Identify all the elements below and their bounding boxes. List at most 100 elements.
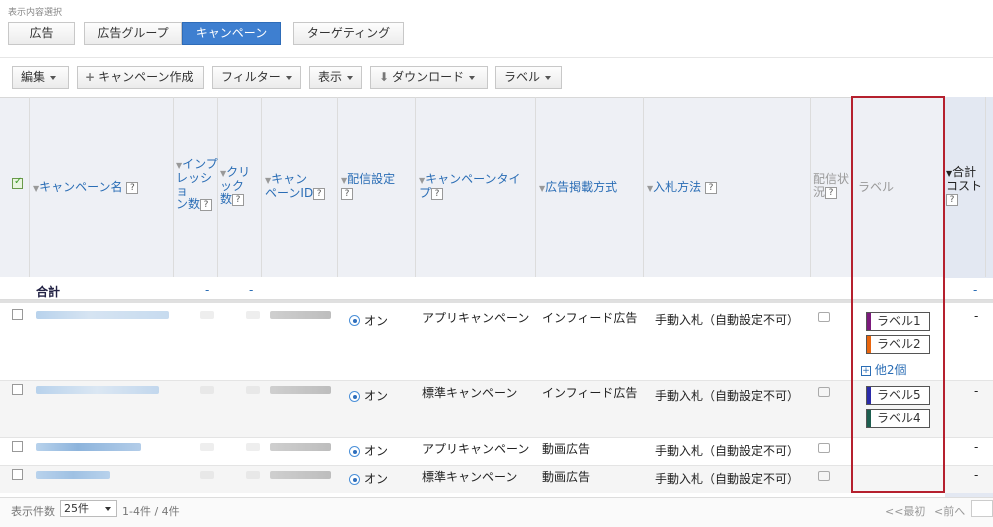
- comment-icon[interactable]: [818, 443, 830, 453]
- download-icon: ⬇: [379, 70, 390, 84]
- clicks-value: [246, 311, 260, 319]
- chevron-down-icon: [50, 75, 57, 80]
- ad-placement: インフィード広告: [542, 311, 638, 325]
- impressions-value: [200, 471, 214, 479]
- row-checkbox[interactable]: [12, 441, 23, 452]
- campaign-type: 標準キャンペーン: [422, 470, 518, 484]
- delivery-on-radio[interactable]: [349, 474, 360, 485]
- chevron-down-icon: [545, 75, 552, 80]
- help-icon[interactable]: ?: [946, 193, 958, 206]
- campaign-id-value: [270, 311, 331, 319]
- display-label: 表示: [318, 70, 343, 84]
- edit-button[interactable]: 編集: [12, 66, 69, 89]
- first-page-link[interactable]: <<最初: [885, 503, 925, 519]
- bid-method: 手動入札（自動設定不可）: [655, 444, 800, 458]
- create-campaign-label: キャンペーン作成: [98, 70, 194, 84]
- header-delivery-status: 配信状況?: [813, 172, 850, 199]
- tab-campaigns[interactable]: キャンペーン: [182, 22, 281, 45]
- delivery-on-radio[interactable]: [349, 391, 360, 402]
- header-campaign-name[interactable]: ▼キャンペーン名 ?: [33, 181, 139, 195]
- help-icon[interactable]: ?: [313, 187, 326, 200]
- campaign-name-link[interactable]: [36, 471, 110, 479]
- label-button[interactable]: ラベル: [495, 66, 562, 89]
- create-campaign-button[interactable]: + キャンペーン作成: [77, 66, 204, 89]
- chevron-down-icon: [105, 507, 111, 511]
- help-icon[interactable]: ?: [341, 187, 353, 200]
- campaign-name-link[interactable]: [36, 443, 141, 451]
- header-total-cost[interactable]: ▼合計 コスト?: [946, 166, 982, 206]
- delivery-setting: オン: [364, 444, 389, 458]
- clicks-value: [246, 471, 260, 479]
- delivery-setting: オン: [364, 389, 389, 403]
- divider: [0, 57, 993, 58]
- comment-icon[interactable]: [818, 387, 830, 397]
- per-page-select[interactable]: 25件: [60, 500, 117, 517]
- total-cost: -: [973, 283, 978, 297]
- bid-method: 手動入札（自動設定不可）: [655, 389, 800, 403]
- header-bid-method[interactable]: ▼入札方法 ?: [647, 181, 717, 195]
- campaign-type: アプリキャンペーン: [422, 311, 530, 325]
- header-impressions[interactable]: ▼インプ レッショ ン数?: [176, 158, 218, 211]
- delivery-setting: オン: [364, 472, 389, 486]
- header-clicks[interactable]: ▼クリ ック数?: [220, 166, 262, 206]
- label-label: ラベル: [504, 70, 541, 84]
- download-button[interactable]: ⬇ ダウンロード: [370, 66, 488, 89]
- comment-icon[interactable]: [818, 312, 830, 322]
- header-delivery-setting[interactable]: ▼配信設定?: [341, 173, 413, 200]
- campaign-id-value: [270, 443, 331, 451]
- tab-targeting[interactable]: ターゲティング: [293, 22, 404, 45]
- edit-label: 編集: [21, 70, 46, 84]
- header-campaign-type[interactable]: ▼キャンペーンタイプ?: [419, 173, 534, 200]
- page-input[interactable]: [971, 500, 993, 517]
- campaign-name-link[interactable]: [36, 311, 169, 319]
- campaign-name-link[interactable]: [36, 386, 159, 394]
- help-icon[interactable]: ?: [200, 198, 213, 211]
- bid-method: 手動入札（自動設定不可）: [655, 472, 800, 486]
- row-checkbox[interactable]: [12, 309, 23, 320]
- campaign-id-value: [270, 386, 331, 394]
- filter-button[interactable]: フィルター: [212, 66, 301, 89]
- campaign-type: アプリキャンペーン: [422, 442, 530, 456]
- help-icon[interactable]: ?: [825, 186, 838, 199]
- clicks-value: [246, 386, 260, 394]
- delivery-on-radio[interactable]: [349, 446, 360, 457]
- total-clicks: -: [249, 283, 254, 297]
- bid-method: 手動入札（自動設定不可）: [655, 313, 800, 327]
- campaign-id-value: [270, 471, 331, 479]
- cost-value: -: [974, 309, 979, 323]
- row-checkbox[interactable]: [12, 469, 23, 480]
- view-selector-label: 表示内容選択: [8, 8, 63, 18]
- help-icon[interactable]: ?: [126, 181, 139, 194]
- delivery-setting: オン: [364, 314, 389, 328]
- delivery-on-radio[interactable]: [349, 315, 360, 326]
- help-icon[interactable]: ?: [705, 181, 717, 194]
- cost-value: -: [974, 384, 979, 398]
- prev-page-link[interactable]: <前へ: [934, 503, 965, 519]
- help-icon[interactable]: ?: [431, 187, 444, 200]
- label-column-highlight: [851, 96, 945, 493]
- row-checkbox[interactable]: [12, 384, 23, 395]
- select-all-checkbox[interactable]: ✓: [12, 176, 23, 189]
- total-label: 合計: [36, 285, 61, 299]
- header-campaign-id[interactable]: ▼キャン ペーンID?: [265, 173, 337, 200]
- ad-placement: 動画広告: [542, 470, 591, 484]
- comment-icon[interactable]: [818, 471, 830, 481]
- filter-label: フィルター: [221, 70, 281, 84]
- impressions-value: [200, 443, 214, 451]
- tab-ads[interactable]: 広告: [8, 22, 75, 45]
- cost-value: -: [974, 440, 979, 454]
- impressions-value: [200, 386, 214, 394]
- campaign-type: 標準キャンペーン: [422, 386, 518, 400]
- cost-value: -: [974, 468, 979, 482]
- header-ad-placement[interactable]: ▼広告掲載方式: [539, 181, 617, 195]
- tab-ad-groups[interactable]: 広告グループ: [84, 22, 182, 45]
- impressions-value: [200, 311, 214, 319]
- total-impressions: -: [205, 283, 210, 297]
- ad-placement: 動画広告: [542, 442, 591, 456]
- ad-placement: インフィード広告: [542, 386, 638, 400]
- total-row: [0, 278, 993, 300]
- help-icon[interactable]: ?: [232, 193, 245, 206]
- per-page-label: 表示件数: [11, 505, 55, 518]
- chevron-down-icon: [347, 75, 354, 80]
- display-button[interactable]: 表示: [309, 66, 362, 89]
